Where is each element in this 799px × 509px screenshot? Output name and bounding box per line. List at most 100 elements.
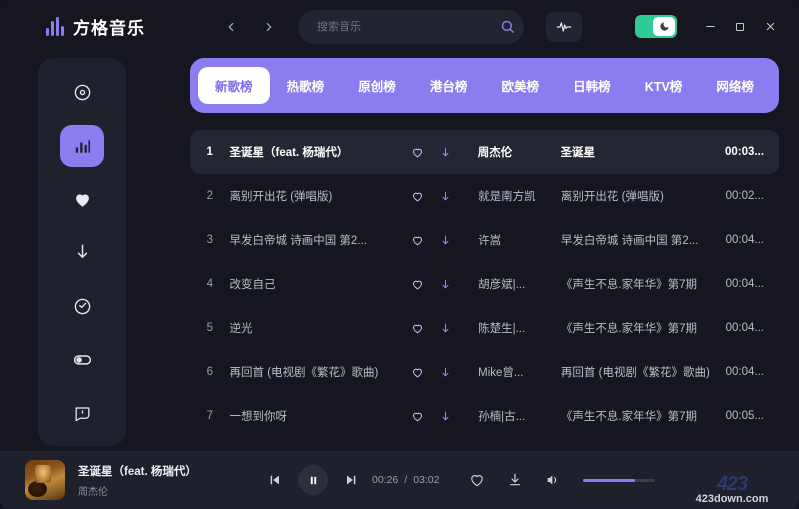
song-album: 离别开出花 (弹唱版) xyxy=(561,188,726,204)
song-title: 一想到你呀 xyxy=(230,408,404,424)
theme-toggle[interactable] xyxy=(635,15,677,38)
download-arrow-icon[interactable] xyxy=(432,278,460,291)
row-index: 7 xyxy=(190,410,230,422)
table-row[interactable]: 3 早发白帝城 诗画中国 第2... 许嵩 早发白帝城 诗画中国 第2... 0… xyxy=(190,218,779,262)
close-button[interactable] xyxy=(755,12,785,42)
skip-previous-icon[interactable] xyxy=(267,472,283,488)
song-artist: 就是南方凯 xyxy=(478,188,561,204)
sidebar-item-charts[interactable] xyxy=(60,125,104,166)
download-arrow-icon[interactable] xyxy=(432,234,460,247)
heart-icon[interactable] xyxy=(469,472,485,488)
search-icon[interactable] xyxy=(490,19,524,34)
player-bar: 圣诞星（feat. 杨瑞代） 周杰伦 00:26 / 03:02 xyxy=(0,451,799,509)
maximize-button[interactable] xyxy=(725,12,755,42)
download-arrow-icon[interactable] xyxy=(432,146,460,159)
volume-slider[interactable] xyxy=(583,479,655,482)
song-duration: 00:04... xyxy=(726,278,779,290)
download-arrow-icon[interactable] xyxy=(432,190,460,203)
skip-next-icon[interactable] xyxy=(343,472,359,488)
song-duration: 00:02... xyxy=(726,190,779,202)
song-artist: 孙楠|古... xyxy=(478,408,561,424)
heart-icon[interactable] xyxy=(403,146,431,159)
window-controls xyxy=(635,0,799,53)
search-input[interactable] xyxy=(298,21,490,33)
time-separator: / xyxy=(404,474,407,486)
song-title: 逆光 xyxy=(230,320,404,336)
sidebar-item-downloads[interactable] xyxy=(60,232,104,273)
song-artist: 陈楚生|... xyxy=(478,320,561,336)
heart-icon[interactable] xyxy=(404,278,432,291)
equalizer-button[interactable] xyxy=(546,12,582,42)
row-index: 3 xyxy=(190,234,230,246)
tab-internet[interactable]: 网络榜 xyxy=(699,67,771,104)
back-button[interactable] xyxy=(218,14,244,40)
table-row[interactable]: 2 离别开出花 (弹唱版) 就是南方凯 离别开出花 (弹唱版) 00:02... xyxy=(190,174,779,218)
watermark: 423 423down.com xyxy=(673,475,791,506)
pause-icon[interactable] xyxy=(298,465,328,495)
minimize-button[interactable] xyxy=(695,12,725,42)
table-row[interactable]: 6 再回首 (电视剧《繁花》歌曲) Mike曾... 再回首 (电视剧《繁花》歌… xyxy=(190,350,779,394)
playback-controls xyxy=(267,465,359,495)
row-index: 5 xyxy=(190,322,230,334)
player-right-controls xyxy=(469,472,655,488)
now-playing-artist: 周杰伦 xyxy=(78,483,253,498)
volume-slider-fill xyxy=(583,479,635,482)
sidebar-item-recent[interactable] xyxy=(60,286,104,327)
volume-icon[interactable] xyxy=(545,472,561,488)
song-album: 《声生不息.家年华》第7期 xyxy=(561,408,726,424)
download-arrow-icon[interactable] xyxy=(432,366,460,379)
tab-ktv[interactable]: KTV榜 xyxy=(628,67,700,104)
playback-time: 00:26 / 03:02 xyxy=(372,474,439,486)
heart-icon[interactable] xyxy=(404,190,432,203)
sidebar-item-discover[interactable] xyxy=(60,72,104,113)
table-row[interactable]: 4 改变自己 胡彦斌|... 《声生不息.家年华》第7期 00:04... xyxy=(190,262,779,306)
tab-original[interactable]: 原创榜 xyxy=(341,67,413,104)
row-index: 2 xyxy=(190,190,230,202)
song-title: 早发白帝城 诗画中国 第2... xyxy=(230,232,404,248)
sidebar-item-settings-toggle[interactable] xyxy=(60,339,104,380)
album-cover-thumbnail[interactable] xyxy=(25,460,65,500)
song-duration: 00:04... xyxy=(726,366,779,378)
download-arrow-icon[interactable] xyxy=(432,410,460,423)
song-title: 离别开出花 (弹唱版) xyxy=(230,188,404,204)
total-time: 03:02 xyxy=(413,474,439,486)
sidebar-item-feedback[interactable] xyxy=(60,393,104,434)
download-arrow-icon[interactable] xyxy=(432,322,460,335)
row-index: 4 xyxy=(190,278,230,290)
song-album: 早发白帝城 诗画中国 第2... xyxy=(561,232,726,248)
song-list: 1 圣诞星（feat. 杨瑞代） 周杰伦 圣诞星 00:03... 2 离别开出… xyxy=(190,130,779,438)
tab-new-songs[interactable]: 新歌榜 xyxy=(198,67,270,104)
song-duration: 00:03... xyxy=(725,146,779,158)
song-title: 再回首 (电视剧《繁花》歌曲) xyxy=(230,364,404,380)
tab-hot-songs[interactable]: 热歌榜 xyxy=(270,67,342,104)
song-album: 再回首 (电视剧《繁花》歌曲) xyxy=(561,364,726,380)
now-playing-info: 圣诞星（feat. 杨瑞代） 周杰伦 xyxy=(78,463,253,498)
song-title: 改变自己 xyxy=(230,276,404,292)
table-row[interactable]: 5 逆光 陈楚生|... 《声生不息.家年华》第7期 00:04... xyxy=(190,306,779,350)
heart-icon[interactable] xyxy=(404,322,432,335)
heart-icon[interactable] xyxy=(404,234,432,247)
download-icon[interactable] xyxy=(507,472,523,488)
sidebar-item-favorites[interactable] xyxy=(60,179,104,220)
row-index: 6 xyxy=(190,366,230,378)
moon-icon xyxy=(653,17,675,36)
song-artist: 周杰伦 xyxy=(478,144,561,160)
app-title: 方格音乐 xyxy=(73,14,145,39)
tab-japan-korea[interactable]: 日韩榜 xyxy=(556,67,628,104)
now-playing-title: 圣诞星（feat. 杨瑞代） xyxy=(78,463,253,479)
table-row[interactable]: 7 一想到你呀 孙楠|古... 《声生不息.家年华》第7期 00:05... xyxy=(190,394,779,438)
watermark-logo: 423 xyxy=(673,475,791,493)
search-box[interactable] xyxy=(298,10,524,44)
navigation-arrows xyxy=(218,14,282,40)
tab-hongkong-taiwan[interactable]: 港台榜 xyxy=(413,67,485,104)
song-album: 《声生不息.家年华》第7期 xyxy=(561,276,726,292)
tab-western[interactable]: 欧美榜 xyxy=(485,67,557,104)
heart-icon[interactable] xyxy=(404,410,432,423)
current-time: 00:26 xyxy=(372,474,398,486)
table-row[interactable]: 1 圣诞星（feat. 杨瑞代） 周杰伦 圣诞星 00:03... xyxy=(190,130,779,174)
forward-button[interactable] xyxy=(256,14,282,40)
app-logo: 方格音乐 xyxy=(46,14,196,39)
bar-chart-logo-icon xyxy=(46,17,64,36)
heart-icon[interactable] xyxy=(404,366,432,379)
song-album: 圣诞星 xyxy=(561,144,726,160)
